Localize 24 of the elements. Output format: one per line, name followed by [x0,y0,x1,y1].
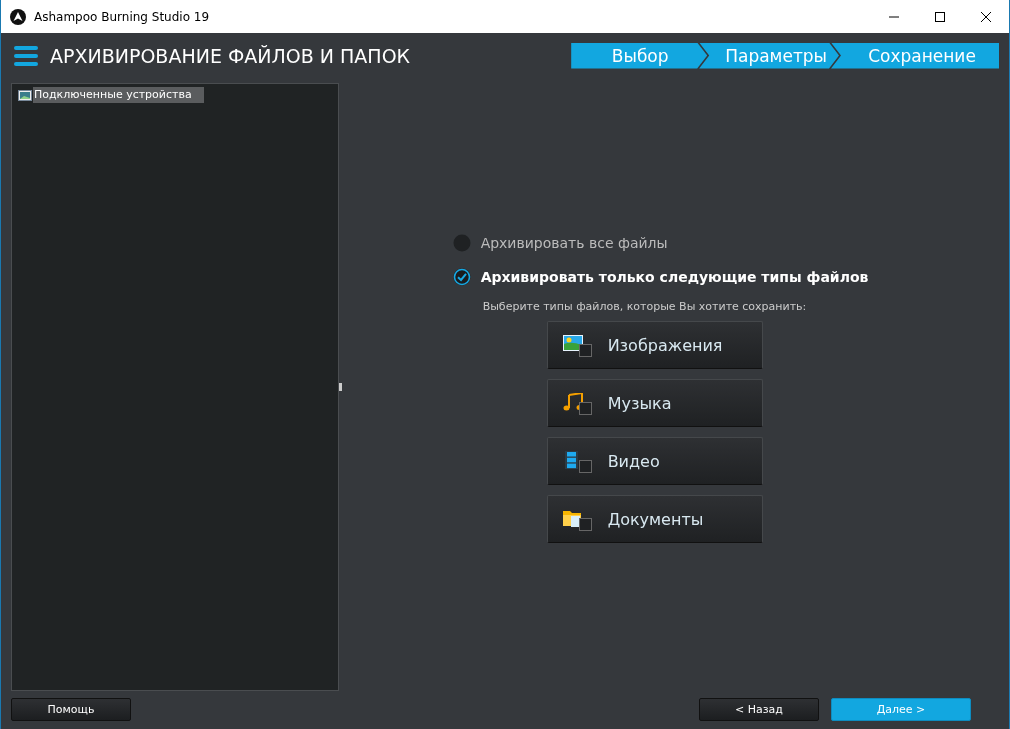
maximize-icon[interactable] [935,11,945,22]
checkbox[interactable] [578,402,592,415]
menu-icon[interactable] [14,45,38,66]
tree-item[interactable]: Подключенные устройства [33,87,204,103]
radio-button[interactable] [452,234,471,252]
close-icon[interactable] [981,11,991,22]
splitter-handle[interactable] [339,383,342,391]
file-type-button[interactable]: Видео [546,437,763,485]
device-icon [18,89,32,101]
option-label: Архивировать все файлы [480,235,668,251]
radio-button[interactable] [452,268,471,286]
file-type-button[interactable]: Документы [546,495,763,543]
page-title: АРХИВИРОВАНИЕ ФАЙЛОВ И ПАПОК [50,44,411,67]
back-button[interactable]: < Назад [699,698,819,721]
hint-text: Выберите типы файлов, которые Вы хотите сохранить: [482,300,808,313]
window-title: Ashampoo Burning Studio 19 [34,9,210,24]
help-button[interactable]: Помощь [11,698,131,721]
checkbox[interactable] [578,460,592,473]
checkbox[interactable] [578,344,592,357]
image-icon [562,335,585,353]
file-type-button[interactable]: Музыка [546,379,763,427]
app-logo-icon [10,8,26,25]
file-type-button[interactable]: Изображения [546,321,763,369]
option-label: Архивировать только следующие типы файлов [480,269,869,285]
